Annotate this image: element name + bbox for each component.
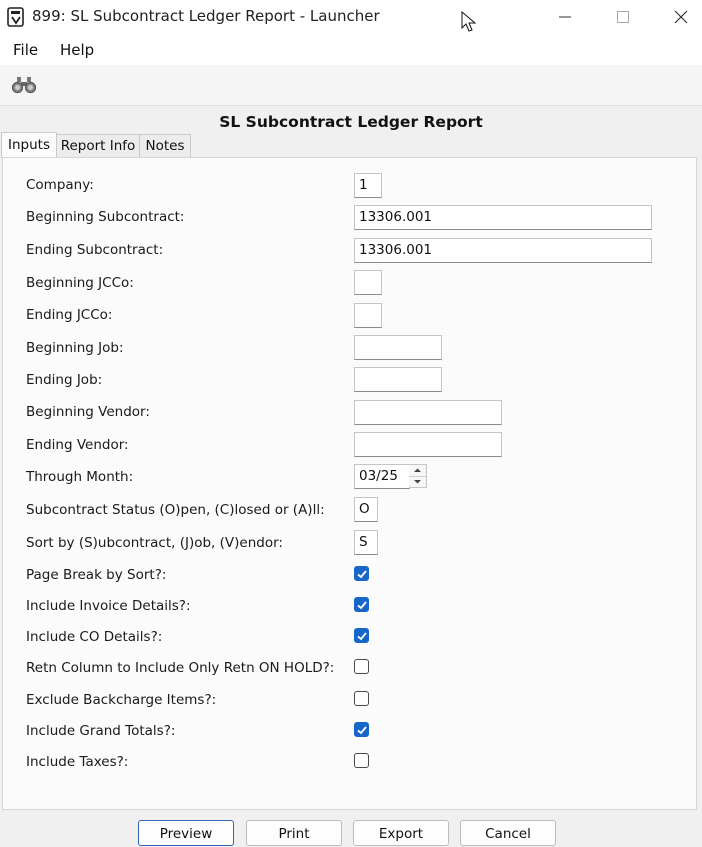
company-label: Company:	[26, 177, 94, 193]
preview-button[interactable]: Preview	[138, 820, 234, 846]
binoculars-icon[interactable]	[11, 76, 37, 98]
ending-subcontract-field[interactable]: 13306.001	[354, 238, 652, 263]
include-co-details-label: Include CO Details?:	[26, 629, 163, 645]
mouse-cursor-icon	[461, 11, 477, 32]
include-co-details-checkbox[interactable]	[354, 628, 369, 643]
ending-job-field[interactable]	[354, 367, 442, 392]
page-break-by-sort-checkbox[interactable]	[354, 566, 369, 581]
include-taxes-checkbox[interactable]	[354, 753, 369, 768]
export-button[interactable]: Export	[353, 820, 449, 846]
sort-by-label: Sort by (S)ubcontract, (J)ob, (V)endor:	[26, 535, 283, 551]
beginning-subcontract-label: Beginning Subcontract:	[26, 209, 185, 225]
menu-file[interactable]: File	[13, 41, 38, 59]
ending-vendor-field[interactable]	[354, 432, 502, 457]
title-bar: 899: SL Subcontract Ledger Report - Laun…	[0, 0, 702, 34]
retn-column-on-hold-checkbox[interactable]	[354, 659, 369, 674]
print-button[interactable]: Print	[246, 820, 342, 846]
through-month-field[interactable]: 03/25	[354, 464, 410, 489]
beginning-jcco-field[interactable]	[354, 270, 382, 295]
ending-jcco-label: Ending JCCo:	[26, 307, 113, 323]
through-month-label: Through Month:	[26, 469, 134, 485]
checkmark-icon	[357, 632, 367, 641]
beginning-jcco-label: Beginning JCCo:	[26, 275, 134, 291]
exclude-backcharge-items-label: Exclude Backcharge Items?:	[26, 692, 217, 708]
menu-help[interactable]: Help	[60, 41, 94, 59]
page-break-by-sort-label: Page Break by Sort?:	[26, 567, 167, 583]
close-button[interactable]	[652, 0, 702, 34]
include-invoice-details-checkbox[interactable]	[354, 597, 369, 612]
include-grand-totals-checkbox[interactable]	[354, 722, 369, 737]
retn-column-on-hold-label: Retn Column to Include Only Retn ON HOLD…	[26, 660, 335, 676]
checkmark-icon	[357, 726, 367, 735]
cancel-button[interactable]: Cancel	[460, 820, 556, 846]
close-icon	[674, 10, 688, 24]
chevron-down-icon	[414, 480, 421, 484]
menu-bar: File Help	[0, 34, 702, 65]
checkmark-icon	[357, 601, 367, 610]
maximize-icon	[617, 11, 629, 23]
ending-job-label: Ending Job:	[26, 372, 103, 388]
subcontract-status-field[interactable]: O	[354, 497, 378, 522]
ending-subcontract-label: Ending Subcontract:	[26, 242, 164, 258]
company-field[interactable]: 1	[354, 173, 382, 198]
include-grand-totals-label: Include Grand Totals?:	[26, 723, 176, 739]
minimize-icon	[559, 16, 571, 18]
include-taxes-label: Include Taxes?:	[26, 754, 129, 770]
beginning-job-field[interactable]	[354, 335, 442, 360]
exclude-backcharge-items-checkbox[interactable]	[354, 691, 369, 706]
report-title: SL Subcontract Ledger Report	[219, 113, 483, 131]
minimize-button[interactable]	[536, 0, 594, 34]
beginning-vendor-field[interactable]	[354, 400, 502, 425]
launcher-app-icon	[7, 7, 25, 27]
sort-by-field[interactable]: S	[354, 530, 378, 555]
subcontract-status-label: Subcontract Status (O)pen, (C)losed or (…	[26, 502, 325, 518]
chevron-up-icon	[414, 468, 421, 472]
ending-jcco-field[interactable]	[354, 303, 382, 328]
maximize-button[interactable]	[594, 0, 652, 34]
include-invoice-details-label: Include Invoice Details?:	[26, 598, 191, 614]
tab-notes[interactable]: Notes	[139, 134, 191, 157]
checkmark-icon	[357, 570, 367, 579]
tab-report-info[interactable]: Report Info	[56, 134, 140, 157]
through-month-spinner	[409, 464, 427, 488]
tab-inputs[interactable]: Inputs	[1, 132, 57, 158]
beginning-vendor-label: Beginning Vendor:	[26, 404, 150, 420]
beginning-job-label: Beginning Job:	[26, 340, 124, 356]
window-title: 899: SL Subcontract Ledger Report - Laun…	[32, 7, 380, 25]
spin-down-button[interactable]	[409, 476, 426, 487]
beginning-subcontract-field[interactable]: 13306.001	[354, 205, 652, 230]
toolbar	[0, 65, 702, 106]
ending-vendor-label: Ending Vendor:	[26, 437, 129, 453]
